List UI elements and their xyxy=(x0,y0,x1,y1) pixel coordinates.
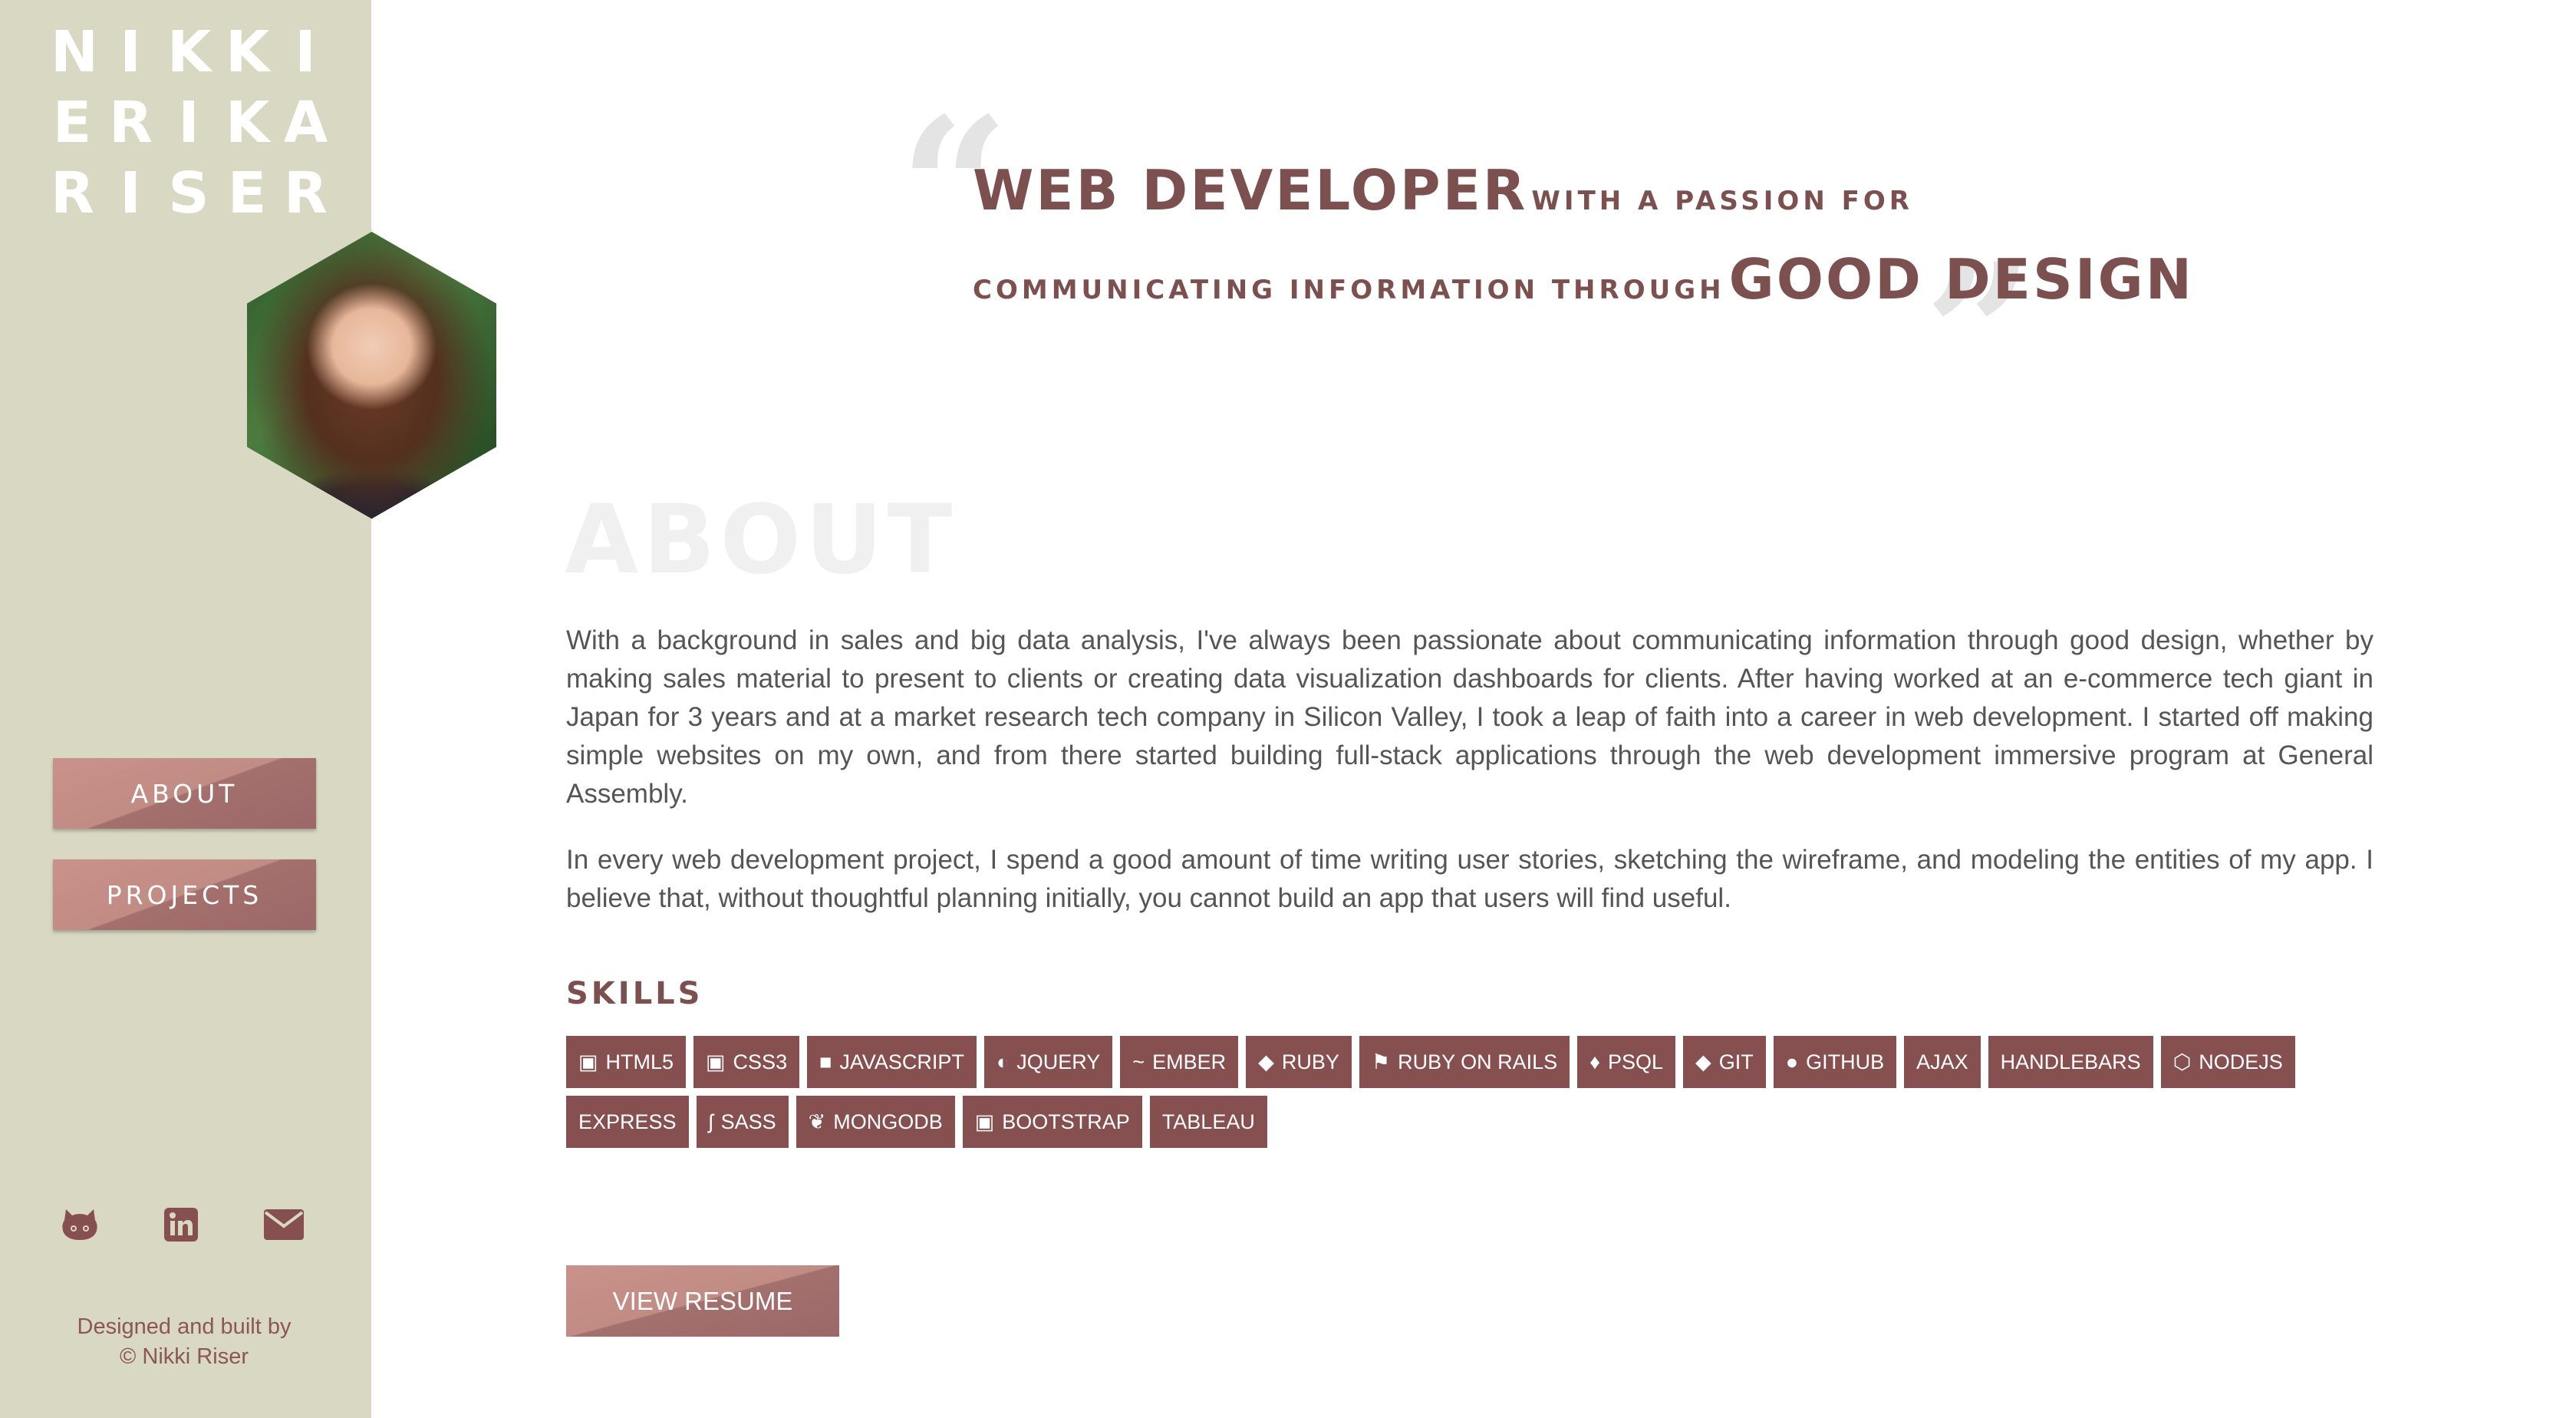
skill-label: TABLEAU xyxy=(1161,1110,1255,1133)
skill-badge: ▣ BOOTSTRAP xyxy=(962,1096,1142,1148)
skill-label: CSS3 xyxy=(733,1050,788,1073)
name-line-last: R I S E R xyxy=(51,160,328,226)
mail-icon[interactable] xyxy=(262,1206,305,1243)
credit-line: Designed and built by xyxy=(77,1314,292,1339)
skill-badge: ♦ PSQL xyxy=(1577,1036,1675,1088)
css3-icon: ▣ xyxy=(706,1050,726,1073)
git-icon: ◆ xyxy=(1695,1050,1711,1073)
skill-label: PSQL xyxy=(1607,1050,1663,1073)
sidebar: N I K K I E R I K A R I S E R ABOUT PROJ… xyxy=(0,0,371,1418)
skill-badge: ◆ GIT xyxy=(1683,1036,1766,1088)
skill-label: AJAX xyxy=(1916,1050,1968,1073)
skill-badge: ⚑ RUBY ON RAILS xyxy=(1359,1036,1570,1088)
skill-label: HTML5 xyxy=(605,1050,674,1073)
skill-label: HANDLEBARS xyxy=(2000,1050,2141,1073)
skill-label: GITHUB xyxy=(1806,1050,1885,1073)
name-line-middle: E R I K A xyxy=(52,90,328,156)
tagline-role: WEB DEVELOPER xyxy=(973,158,1528,223)
javascript-icon: ■ xyxy=(819,1050,832,1073)
skill-badge: ▣ CSS3 xyxy=(693,1036,800,1088)
skill-label: BOOTSTRAP xyxy=(1002,1110,1130,1133)
skill-label: RUBY ON RAILS xyxy=(1398,1050,1558,1073)
tagline-passion: WITH A PASSION FOR xyxy=(1531,186,1913,216)
tagline-line-2: COMMUNICATING INFORMATION THROUGH GOOD D… xyxy=(973,247,2194,312)
rails-icon: ⚑ xyxy=(1371,1050,1391,1073)
skill-badge: ❦ MONGODB xyxy=(796,1096,955,1148)
skill-badge: TABLEAU xyxy=(1149,1096,1267,1148)
skill-badge: ⬡ NODEJS xyxy=(2160,1036,2295,1088)
tagline-good-design: GOOD DESIGN xyxy=(1728,247,2194,312)
view-resume-button[interactable]: VIEW RESUME xyxy=(566,1265,839,1337)
skill-badge: ▣ HTML5 xyxy=(566,1036,687,1088)
footer-credit: Designed and built by © Nikki Riser xyxy=(31,1312,338,1372)
name-line-first: N I K K I xyxy=(51,19,316,85)
ember-icon: ~ xyxy=(1132,1050,1145,1073)
skills-heading: SKILLS xyxy=(566,976,703,1011)
tagline-line-1: WEB DEVELOPER WITH A PASSION FOR xyxy=(973,158,1913,223)
skill-label: NODEJS xyxy=(2199,1050,2283,1073)
jquery-icon: ◐ xyxy=(996,1050,1010,1073)
bootstrap-icon: ▣ xyxy=(974,1110,995,1133)
skill-label: SASS xyxy=(720,1110,776,1133)
skill-label: JQUERY xyxy=(1016,1050,1101,1073)
about-heading: ABOUT xyxy=(565,485,957,595)
skill-badge: EXPRESS xyxy=(566,1096,689,1148)
postgresql-icon: ♦ xyxy=(1589,1050,1600,1073)
tagline-communicating: COMMUNICATING INFORMATION THROUGH xyxy=(973,275,1725,305)
skills-list: ▣ HTML5 ▣ CSS3 ■ JAVASCRIPT ◐ JQUERY ~ EMBER ◆ RUBY… xyxy=(566,1036,2407,1148)
skill-label: RUBY xyxy=(1281,1050,1339,1073)
skill-badge: ◐ JQUERY xyxy=(983,1036,1113,1088)
github-icon: ● xyxy=(1785,1050,1799,1073)
skill-badge: ~ EMBER xyxy=(1120,1036,1239,1088)
skill-label: EMBER xyxy=(1152,1050,1227,1073)
html5-icon: ▣ xyxy=(578,1050,598,1073)
nav-about-button[interactable]: ABOUT xyxy=(53,758,316,829)
nav-projects-button[interactable]: PROJECTS xyxy=(53,859,316,930)
github-icon[interactable] xyxy=(58,1206,101,1243)
skill-badge: ◆ RUBY xyxy=(1246,1036,1352,1088)
mongodb-icon: ❦ xyxy=(808,1110,826,1133)
about-paragraph-2: In every web development project, I spen… xyxy=(566,845,2373,913)
about-paragraph-1: With a background in sales and big data … xyxy=(566,625,2373,809)
nodejs-icon: ⬡ xyxy=(2172,1050,2192,1073)
sass-icon: ʃ xyxy=(708,1110,713,1133)
skill-badge: HANDLEBARS xyxy=(1988,1036,2153,1088)
skill-label: EXPRESS xyxy=(578,1110,677,1133)
ruby-icon: ◆ xyxy=(1258,1050,1274,1073)
copyright-line: © Nikki Riser xyxy=(120,1344,249,1369)
site-name: N I K K I E R I K A R I S E R xyxy=(51,17,328,229)
skill-badge: AJAX xyxy=(1904,1036,1981,1088)
skill-badge: ʃ SASS xyxy=(696,1096,789,1148)
skill-label: GIT xyxy=(1718,1050,1754,1073)
skill-badge: ■ JAVASCRIPT xyxy=(807,1036,977,1088)
skill-badge: ● GITHUB xyxy=(1773,1036,1897,1088)
linkedin-icon[interactable] xyxy=(160,1206,203,1243)
skill-label: JAVASCRIPT xyxy=(839,1050,964,1073)
skill-label: MONGODB xyxy=(833,1110,943,1133)
